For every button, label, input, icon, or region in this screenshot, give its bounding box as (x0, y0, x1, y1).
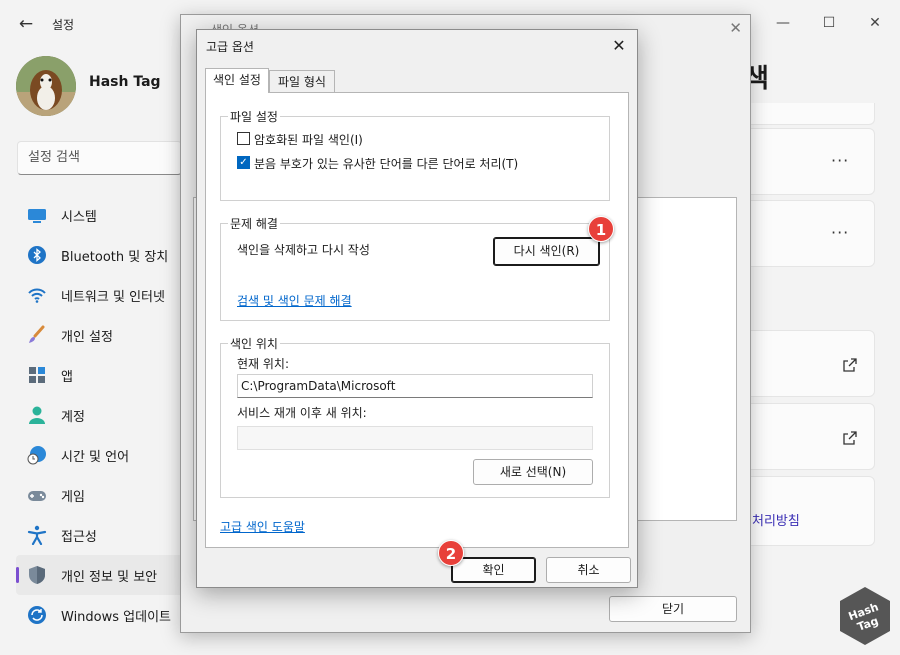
privacy-policy-link[interactable]: 처리방침 (752, 510, 800, 529)
settings-card[interactable]: ··· (745, 200, 875, 267)
sidebar-item-label: Bluetooth 및 장치 (61, 250, 169, 265)
index-location-group: 색인 위치 현재 위치: C:\ProgramData\Microsoft 서비… (220, 335, 610, 498)
advanced-help-link[interactable]: 고급 색인 도움말 (220, 518, 305, 535)
current-location-field[interactable]: C:\ProgramData\Microsoft (237, 374, 593, 398)
sidebar-item[interactable]: 계정 (16, 395, 186, 435)
settings-card[interactable] (745, 403, 875, 470)
sidebar-item[interactable]: 접근성 (16, 515, 186, 555)
sidebar-item[interactable]: Bluetooth 및 장치 (16, 235, 186, 275)
sidebar-item-label: 접근성 (61, 530, 97, 545)
sidebar-item[interactable]: 앱 (16, 355, 186, 395)
apps-icon (27, 365, 47, 385)
sidebar-item[interactable]: 네트워크 및 인터넷 (16, 275, 186, 315)
troubleshoot-group: 문제 해결 색인을 삭제하고 다시 작성 다시 색인(R) 검색 및 색인 문제… (220, 215, 610, 321)
brush-icon (27, 325, 47, 345)
close-icon[interactable]: ✕ (852, 8, 898, 38)
accessibility-icon (27, 525, 47, 546)
active-indicator (16, 567, 19, 583)
hashtag-logo-watermark: Hash Tag (840, 587, 890, 645)
encrypt-checkbox[interactable] (237, 132, 250, 145)
group-legend: 문제 해결 (228, 215, 280, 232)
gamepad-icon (27, 485, 47, 505)
sidebar-item-label: 앱 (61, 370, 73, 385)
step-badge-1: 1 (588, 216, 614, 242)
settings-card[interactable] (745, 330, 875, 397)
tab-file-types[interactable]: 파일 형식 (269, 70, 335, 93)
sidebar-item[interactable]: 게임 (16, 475, 186, 515)
file-settings-group: 파일 설정 암호화된 파일 색인(I) ✓ 분음 부호가 있는 유사한 단어를 … (220, 108, 610, 201)
new-location-field (237, 426, 593, 450)
close-icon[interactable]: ✕ (609, 36, 629, 56)
diacritics-label: 분음 부호가 있는 유사한 단어를 다른 단어로 처리(T) (254, 157, 519, 171)
settings-card[interactable]: ··· (745, 128, 875, 195)
shield-icon (27, 565, 47, 585)
time-language-icon (27, 445, 47, 465)
sidebar-item[interactable]: 개인 정보 및 보안 (16, 555, 186, 595)
search-input[interactable]: 설정 검색 (17, 141, 182, 175)
group-legend: 파일 설정 (228, 108, 280, 125)
tab-index-settings[interactable]: 색인 설정 (205, 68, 269, 93)
avatar (16, 56, 76, 116)
diacritics-checkbox[interactable]: ✓ (237, 156, 250, 169)
sidebar-item-label: Windows 업데이트 (61, 610, 172, 625)
select-new-button[interactable]: 새로 선택(N) (473, 459, 593, 485)
sidebar-item-label: 개인 설정 (61, 330, 113, 345)
update-icon (27, 605, 47, 625)
rebuild-button[interactable]: 다시 색인(R) (493, 237, 600, 266)
external-link-icon (843, 431, 857, 445)
more-options-icon[interactable]: ··· (831, 151, 849, 170)
sidebar-item-label: 시스템 (61, 210, 97, 225)
group-legend: 색인 위치 (228, 335, 280, 352)
sidebar-item[interactable]: 시간 및 언어 (16, 435, 186, 475)
sidebar-item[interactable]: 개인 설정 (16, 315, 186, 355)
sidebar-item-label: 시간 및 언어 (61, 450, 130, 465)
sidebar-item-label: 계정 (61, 410, 85, 425)
encrypt-label: 암호화된 파일 색인(I) (254, 133, 363, 147)
current-location-label: 현재 위치: (237, 357, 290, 371)
wifi-icon (27, 285, 47, 305)
maximize-icon[interactable]: ☐ (806, 8, 852, 38)
sidebar-item[interactable]: Windows 업데이트 (16, 595, 186, 635)
dialog-title: 고급 옵션 (206, 40, 254, 54)
advanced-options-dialog: 고급 옵션 ✕ 색인 설정 파일 형식 파일 설정 암호화된 파일 색인(I) … (196, 29, 638, 588)
bluetooth-icon (27, 245, 47, 265)
user-name: Hash Tag (89, 74, 161, 90)
sidebar-item-label: 게임 (61, 490, 85, 505)
close-icon[interactable]: ✕ (729, 19, 742, 37)
minimize-icon[interactable]: — (760, 8, 806, 38)
sidebar-nav: 시스템 Bluetooth 및 장치네트워크 및 인터넷개인 설정앱계정시간 및 … (16, 195, 186, 635)
external-link-icon (843, 358, 857, 372)
system-icon (27, 205, 47, 225)
new-location-label: 서비스 재개 이후 새 위치: (237, 406, 367, 420)
step-badge-2: 2 (438, 540, 464, 566)
sidebar-item[interactable]: 시스템 (16, 195, 186, 235)
cancel-button[interactable]: 취소 (546, 557, 631, 583)
settings-card[interactable] (745, 103, 875, 125)
tab-panel: 파일 설정 암호화된 파일 색인(I) ✓ 분음 부호가 있는 유사한 단어를 … (205, 92, 629, 548)
app-title: 설정 (52, 18, 75, 32)
troubleshoot-link[interactable]: 검색 및 색인 문제 해결 (237, 292, 352, 309)
sidebar-item-label: 네트워크 및 인터넷 (61, 290, 165, 305)
ok-button[interactable]: 확인 (451, 557, 536, 583)
account-icon (27, 405, 47, 425)
more-options-icon[interactable]: ··· (831, 223, 849, 242)
close-button[interactable]: 닫기 (609, 596, 737, 622)
back-arrow-icon[interactable]: ← (14, 12, 38, 36)
sidebar-item-label: 개인 정보 및 보안 (61, 570, 158, 585)
rebuild-description: 색인을 삭제하고 다시 작성 (237, 243, 370, 257)
